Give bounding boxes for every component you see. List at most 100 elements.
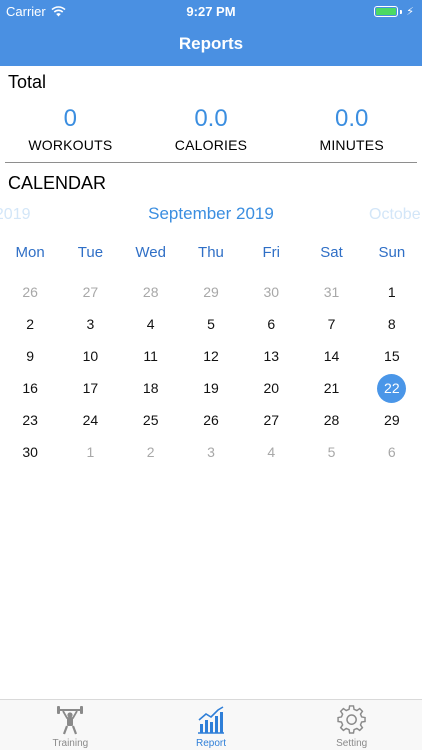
calendar-week: 23 24 25 26 27 28 29 bbox=[0, 404, 422, 436]
calendar-day[interactable]: 16 bbox=[0, 372, 60, 404]
weekday-label: Sat bbox=[320, 244, 343, 261]
tab-setting[interactable]: Setting bbox=[281, 700, 422, 750]
calendar-day-number: 4 bbox=[267, 444, 276, 460]
calendar-day[interactable]: 29 bbox=[181, 276, 241, 308]
calendar-day-selected[interactable]: 22 bbox=[362, 372, 422, 404]
calendar-day-number: 5 bbox=[327, 444, 336, 460]
calendar-day-number: 16 bbox=[22, 380, 38, 396]
calendar-day-number: 31 bbox=[323, 284, 340, 300]
calendar-day[interactable]: 17 bbox=[60, 372, 120, 404]
calendar-day[interactable]: 26 bbox=[0, 276, 60, 308]
calendar-day[interactable]: 8 bbox=[362, 308, 422, 340]
calendar-week: 9 10 11 12 13 14 15 bbox=[0, 340, 422, 372]
calendar-day[interactable]: 20 bbox=[241, 372, 301, 404]
calendar-day-number: 21 bbox=[323, 380, 340, 396]
calendar-day-number: 23 bbox=[22, 412, 38, 428]
calendar-day-number: 25 bbox=[142, 412, 159, 428]
calendar-day[interactable]: 24 bbox=[60, 404, 120, 436]
weekday-label: Sun bbox=[378, 244, 406, 261]
calendar-day[interactable]: 2 bbox=[0, 308, 60, 340]
calendar-day[interactable]: 4 bbox=[121, 308, 181, 340]
calendar-day[interactable]: 25 bbox=[121, 404, 181, 436]
stat-minutes: 0.0 MINUTES bbox=[281, 104, 422, 154]
calendar-day[interactable]: 21 bbox=[301, 372, 361, 404]
stat-value: 0.0 bbox=[334, 105, 369, 132]
calendar-day[interactable]: 6 bbox=[241, 308, 301, 340]
stats-row: 0 WORKOUTS 0.0 CALORIES 0.0 MINUTES bbox=[0, 104, 422, 154]
calendar-day[interactable]: 27 bbox=[241, 404, 301, 436]
chart-icon bbox=[198, 706, 224, 734]
calendar-day-number: 1 bbox=[387, 284, 396, 300]
stat-label: MINUTES bbox=[319, 137, 384, 153]
calendar-day[interactable]: 6 bbox=[362, 436, 422, 468]
calendar-day-number: 22 bbox=[377, 373, 407, 403]
battery-icon: ⚡ bbox=[374, 5, 414, 18]
calendar-day-number: 28 bbox=[142, 284, 159, 300]
calendar-day[interactable]: 10 bbox=[60, 340, 120, 372]
calendar-day[interactable]: 30 bbox=[0, 436, 60, 468]
calendar-day[interactable]: 30 bbox=[241, 276, 301, 308]
calendar-day[interactable]: 1 bbox=[60, 436, 120, 468]
calendar-day-number: 3 bbox=[207, 444, 215, 460]
calendar-day[interactable]: 5 bbox=[301, 436, 361, 468]
calendar-day-number: 30 bbox=[22, 444, 38, 460]
calendar-day-number: 29 bbox=[384, 412, 400, 428]
calendar-day[interactable]: 28 bbox=[301, 404, 361, 436]
calendar-day-number: 27 bbox=[263, 412, 280, 428]
calendar-day-number: 5 bbox=[207, 316, 215, 332]
navigation-header: Carrier 9:27 PM ⚡ Reports bbox=[0, 0, 422, 66]
calendar-day[interactable]: 11 bbox=[121, 340, 181, 372]
calendar-day-number: 14 bbox=[323, 348, 340, 364]
calendar-day[interactable]: 15 bbox=[362, 340, 422, 372]
tab-training[interactable]: Training bbox=[0, 700, 141, 750]
calendar-day[interactable]: 7 bbox=[301, 308, 361, 340]
tab-label: Training bbox=[52, 738, 89, 749]
calendar-day-number: 17 bbox=[82, 380, 99, 396]
calendar-day-number: 11 bbox=[143, 348, 158, 364]
tab-report[interactable]: Report bbox=[141, 700, 282, 750]
gear-icon bbox=[337, 705, 366, 734]
stat-value: 0.0 bbox=[194, 105, 228, 132]
calendar-day-number: 6 bbox=[387, 444, 396, 460]
month-next[interactable]: Octobe bbox=[369, 206, 421, 224]
calendar-day[interactable]: 3 bbox=[60, 308, 120, 340]
calendar-day-number: 27 bbox=[82, 284, 99, 300]
calendar-day-number: 9 bbox=[26, 348, 35, 364]
calendar-day[interactable]: 31 bbox=[301, 276, 361, 308]
calendar-day[interactable]: 12 bbox=[181, 340, 241, 372]
calendar-day[interactable]: 29 bbox=[362, 404, 422, 436]
calendar-week: 30 1 2 3 4 5 6 bbox=[0, 436, 422, 468]
calendar-day-number: 3 bbox=[86, 316, 95, 332]
calendar-day[interactable]: 4 bbox=[241, 436, 301, 468]
calendar-day-number: 4 bbox=[146, 316, 155, 332]
calendar-day[interactable]: 28 bbox=[121, 276, 181, 308]
divider bbox=[5, 162, 417, 163]
stat-label: WORKOUTS bbox=[28, 137, 113, 153]
calendar-day[interactable]: 27 bbox=[60, 276, 120, 308]
calendar-day-number: 13 bbox=[263, 348, 280, 364]
calendar-day[interactable]: 19 bbox=[181, 372, 241, 404]
calendar-week: 26 27 28 29 30 31 1 bbox=[0, 276, 422, 308]
calendar-title: CALENDAR bbox=[8, 173, 107, 193]
calendar-day-number: 26 bbox=[203, 412, 219, 428]
calendar-day-number: 24 bbox=[82, 412, 99, 428]
calendar-day-number: 12 bbox=[203, 348, 219, 364]
stat-label: CALORIES bbox=[174, 137, 248, 153]
calendar-day[interactable]: 18 bbox=[121, 372, 181, 404]
calendar-day[interactable]: 14 bbox=[301, 340, 361, 372]
calendar-day[interactable]: 2 bbox=[121, 436, 181, 468]
calendar-day[interactable]: 13 bbox=[241, 340, 301, 372]
calendar-day[interactable]: 23 bbox=[0, 404, 60, 436]
calendar-grid: 26 27 28 29 30 31 1 2 3 4 5 6 7 8 9 10 11 12 13 14 15 16 17 18 1… bbox=[0, 276, 422, 468]
calendar-day[interactable]: 1 bbox=[362, 276, 422, 308]
weightlifter-icon bbox=[57, 706, 84, 735]
calendar-day-number: 2 bbox=[26, 316, 35, 332]
calendar-day[interactable]: 5 bbox=[181, 308, 241, 340]
calendar-day-number: 29 bbox=[203, 284, 219, 300]
calendar-day[interactable]: 9 bbox=[0, 340, 60, 372]
stat-value: 0 bbox=[63, 105, 78, 132]
calendar-day[interactable]: 26 bbox=[181, 404, 241, 436]
weekday-label: Fri bbox=[262, 244, 281, 261]
month-selector[interactable]: t 2019 September 2019 Octobe bbox=[0, 204, 422, 228]
calendar-day[interactable]: 3 bbox=[181, 436, 241, 468]
